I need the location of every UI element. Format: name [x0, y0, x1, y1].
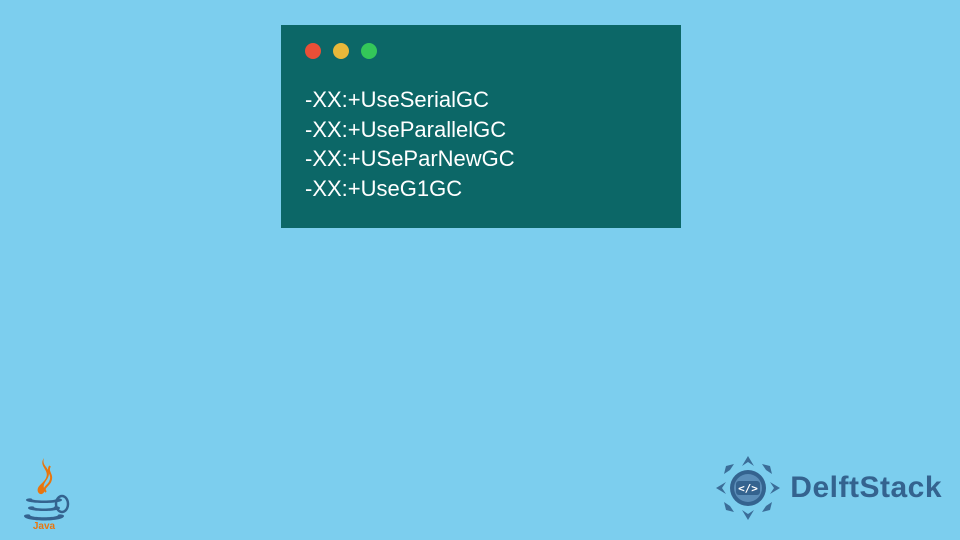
code-line: -XX:+USeParNewGC — [305, 144, 659, 174]
svg-text:Java: Java — [33, 521, 56, 530]
code-line: -XX:+UseParallelGC — [305, 115, 659, 145]
window-dot-red-icon — [305, 43, 321, 59]
window-dot-green-icon — [361, 43, 377, 59]
delftstack-badge-icon: </> — [712, 452, 784, 524]
svg-text:</>: </> — [738, 482, 758, 495]
delftstack-logo: </> DelftStack — [712, 452, 942, 524]
delftstack-label: DelftStack — [790, 471, 942, 505]
window-dot-yellow-icon — [333, 43, 349, 59]
code-block: -XX:+UseSerialGC -XX:+UseParallelGC -XX:… — [303, 85, 659, 204]
code-line: -XX:+UseSerialGC — [305, 85, 659, 115]
code-line: -XX:+UseG1GC — [305, 174, 659, 204]
java-logo-icon: Java — [16, 456, 72, 530]
code-window: -XX:+UseSerialGC -XX:+UseParallelGC -XX:… — [281, 25, 681, 228]
traffic-lights — [303, 43, 659, 59]
